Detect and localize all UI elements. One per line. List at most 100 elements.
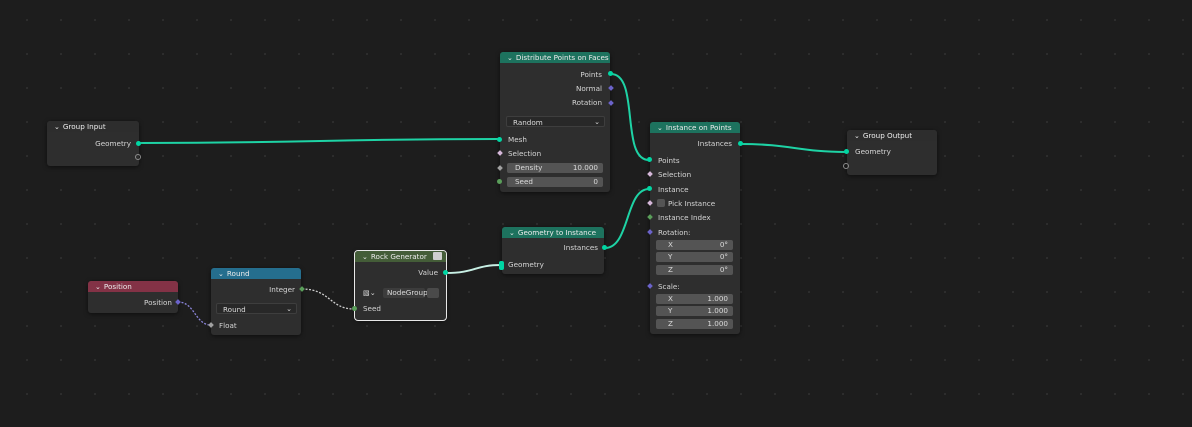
node-header[interactable]: ⌄ Instance on Points [650,122,740,133]
collapse-chevron-icon[interactable]: ⌄ [218,269,224,280]
socket-label-selection: Selection [508,149,542,158]
node-rock-generator[interactable]: ⌄ Rock Generator Value ▧⌄ NodeGroup Seed [354,250,447,321]
output-socket-value[interactable] [443,270,448,275]
rotation-x-field[interactable]: X 0° [656,240,733,250]
output-socket-points[interactable] [608,71,613,76]
scale-z-value: 1.000 [707,319,728,328]
node-distribute-points-on-faces[interactable]: ⌄ Distribute Points on Faces Points Norma… [500,52,610,192]
density-field[interactable]: Density 10.000 [507,163,603,173]
output-socket-empty[interactable] [135,154,141,160]
input-socket-seed[interactable] [497,179,502,184]
axis-label: Z [668,319,673,328]
node-header[interactable]: ⌄ Position [88,281,178,292]
node-header[interactable]: ⌄ Distribute Points on Faces [500,52,610,63]
link-position-to-round-float[interactable] [177,301,212,326]
pick-instance-label: Pick Instance [668,199,716,208]
axis-label: Y [668,252,673,261]
input-socket-mesh[interactable] [497,137,502,142]
input-socket-seed[interactable] [352,306,357,311]
scale-y-value: 1.000 [707,306,728,315]
link-geo-to-instance-to-instance[interactable] [604,188,650,249]
socket-label-mesh: Mesh [508,135,527,144]
pick-instance-checkbox[interactable] [657,199,665,207]
socket-label-instances: Instances [563,243,598,252]
collapse-chevron-icon[interactable]: ⌄ [362,252,368,263]
collapse-chevron-icon[interactable]: ⌄ [507,53,513,64]
node-header[interactable]: ⌄ Group Input [47,121,139,132]
input-socket-geometry[interactable] [844,149,849,154]
node-title: Instance on Points [665,123,732,132]
node-title: Distribute Points on Faces [515,53,609,62]
socket-label-value: Value [418,268,438,277]
link-instances-to-group-output[interactable] [740,143,847,153]
socket-label-seed: Seed [363,304,381,313]
datablock-type-icon[interactable]: ▧⌄ [361,287,379,298]
round-mode-dropdown[interactable]: Round ⌄ [216,303,297,314]
input-socket-geometry-multi[interactable] [499,261,504,270]
socket-label-instances: Instances [697,139,732,148]
density-label: Density [515,163,543,172]
node-geometry-to-instance[interactable]: ⌄ Geometry to Instance Instances Geometry [502,227,604,274]
socket-label-position: Position [144,298,172,307]
socket-label-geometry: Geometry [855,147,891,156]
node-header[interactable]: ⌄ Group Output [847,130,937,141]
socket-label-normal: Normal [575,84,602,93]
seed-label: Seed [515,177,533,186]
node-title: Position [103,282,132,291]
axis-label: X [668,294,673,303]
chevron-down-icon: ⌄ [594,118,600,126]
chevron-down-icon: ⌄ [286,305,292,313]
density-value: 10.000 [572,163,598,172]
rotation-y-value: 0° [719,252,728,261]
fake-user-shield-icon[interactable] [427,288,439,298]
seed-field[interactable]: Seed 0 [507,177,603,187]
node-title: Group Input [62,122,106,131]
rotation-z-value: 0° [719,265,728,274]
rotation-y-field[interactable]: Y 0° [656,252,733,262]
collapse-chevron-icon[interactable]: ⌄ [509,228,515,239]
node-header[interactable]: ⌄ Rock Generator [355,251,446,262]
input-socket-instance[interactable] [647,186,652,191]
collapse-chevron-icon[interactable]: ⌄ [854,131,860,142]
collapse-chevron-icon[interactable]: ⌄ [54,122,60,133]
socket-label-points: Points [658,156,680,165]
input-socket-points[interactable] [647,157,652,162]
collapse-chevron-icon[interactable]: ⌄ [95,282,101,293]
node-group-output[interactable]: ⌄ Group Output Geometry [847,130,937,175]
socket-label-rotation: Rotation: [658,228,691,237]
collapse-chevron-icon[interactable]: ⌄ [657,123,663,134]
rotation-z-field[interactable]: Z 0° [656,265,733,275]
dropdown-value: Random [513,118,543,127]
node-title: Geometry to Instance [517,228,597,237]
socket-label-rotation: Rotation [571,98,602,107]
distribute-mode-dropdown[interactable]: Random ⌄ [506,116,605,127]
socket-label-points: Points [580,70,602,79]
link-group-input-to-distribute-mesh[interactable] [137,138,500,144]
datablock-name-field[interactable]: NodeGroup [383,288,428,298]
link-distribute-points-to-instance-points[interactable] [610,73,650,161]
rotation-x-value: 0° [719,240,728,249]
node-title: Round [226,269,250,278]
node-round[interactable]: ⌄ Round Integer Round ⌄ Float [211,268,301,335]
seed-value: 0 [593,177,598,186]
output-socket-instances[interactable] [738,141,743,146]
node-group-icon [433,252,442,260]
node-header[interactable]: ⌄ Geometry to Instance [502,227,604,238]
output-socket-instances[interactable] [602,245,607,250]
dropdown-value: Round [223,305,246,314]
socket-label-instance: Instance [658,185,689,194]
output-socket-geometry[interactable] [136,141,141,146]
axis-label: X [668,240,673,249]
scale-x-field[interactable]: X 1.000 [656,294,733,304]
axis-label: Z [668,265,673,274]
scale-z-field[interactable]: Z 1.000 [656,319,733,329]
input-socket-empty[interactable] [843,163,849,169]
link-rock-value-to-geometry[interactable] [445,264,502,274]
node-instance-on-points[interactable]: ⌄ Instance on Points Instances Points Sel… [650,122,740,334]
node-header[interactable]: ⌄ Round [211,268,301,279]
scale-x-value: 1.000 [707,294,728,303]
link-round-integer-to-rock-seed[interactable] [301,288,355,310]
node-position[interactable]: ⌄ Position Position [88,281,178,313]
node-group-input[interactable]: ⌄ Group Input Geometry [47,121,139,166]
scale-y-field[interactable]: Y 1.000 [656,306,733,316]
